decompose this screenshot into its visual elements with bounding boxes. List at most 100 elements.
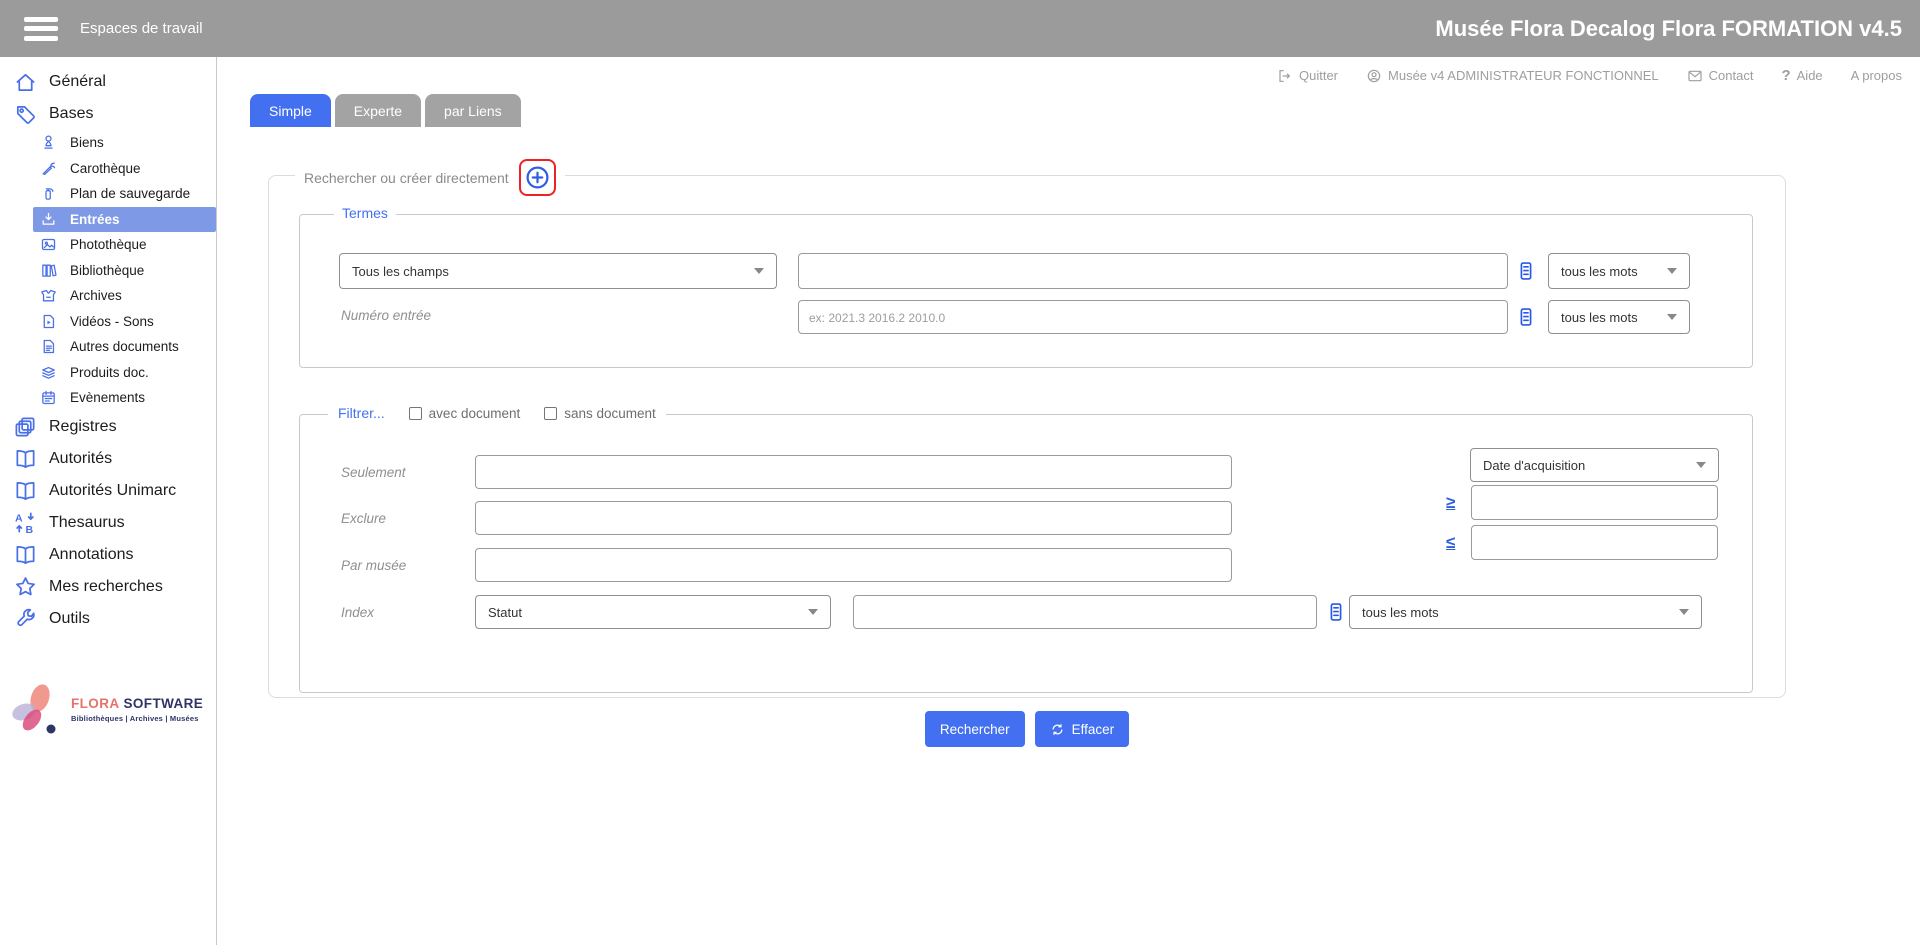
sidebar-item-archives[interactable]: Archives [0,283,216,309]
avec-document-option[interactable]: avec document [409,406,521,421]
terms-input[interactable] [798,253,1508,289]
numero-entree-label: Numéro entrée [341,308,431,323]
mode-select-3[interactable]: tous les mots [1349,595,1702,629]
numero-entree-input[interactable] [798,300,1508,334]
tab-par-liens[interactable]: par Liens [425,94,521,127]
sans-document-option[interactable]: sans document [544,406,656,421]
index-list-icon[interactable] [1326,600,1346,624]
sidebar-item-thesaurus[interactable]: Thesaurus [0,507,216,539]
index-list-icon[interactable] [1516,305,1536,329]
mode-select-1[interactable]: tous les mots [1548,253,1690,289]
sidebar-item-outils[interactable]: Outils [0,603,216,635]
filtrer-legend-row: Filtrer... avec document sans document [328,405,666,421]
workspaces-label: Espaces de travail [80,20,203,37]
filtrer-fieldset: Filtrer... avec document sans document S… [299,414,1753,693]
statue-icon [40,134,57,151]
avec-document-checkbox[interactable] [409,407,422,420]
tag-icon [14,103,37,126]
sidebar-item-autorites-unimarc[interactable]: Autorités Unimarc [0,475,216,507]
app-title: Musée Flora Decalog Flora FORMATION v4.5 [1435,16,1902,42]
chevron-down-icon [1667,268,1677,274]
field-select[interactable]: Tous les champs [339,253,777,289]
sans-document-checkbox[interactable] [544,407,557,420]
brand-name: FLORASOFTWARE [71,696,203,711]
search-mode-tabs: Simple Experte par Liens [250,94,521,127]
index-list-icon[interactable] [1516,259,1536,283]
sidebar-item-produits-doc[interactable]: Produits doc. [0,360,216,386]
sidebar-item-autres-documents[interactable]: Autres documents [0,334,216,360]
seulement-input[interactable] [475,455,1232,489]
chevron-down-icon [1679,609,1689,615]
exclure-label: Exclure [341,511,386,526]
par-musee-input[interactable] [475,548,1232,582]
sidebar-item-plan-de-sauvegarde[interactable]: Plan de sauvegarde [0,181,216,207]
video-file-icon [40,313,57,330]
logout-icon [1277,68,1293,84]
carrot-icon [40,160,57,177]
sidebar-item-registres[interactable]: Registres [0,411,216,443]
sidebar-item-annotations[interactable]: Annotations [0,539,216,571]
create-new-button[interactable] [519,159,556,196]
effacer-button[interactable]: Effacer [1035,711,1130,747]
sidebar: Général Bases Biens Carothèque Plan de s… [0,57,217,945]
panel-legend: Rechercher ou créer directement [295,159,565,196]
contact-link[interactable]: Contact [1687,68,1754,84]
mode-select-2[interactable]: tous les mots [1548,300,1690,334]
date-field-select[interactable]: Date d'acquisition [1470,448,1719,482]
sidebar-item-autorites[interactable]: Autorités [0,443,216,475]
date-to-input[interactable] [1471,525,1718,560]
user-account-link[interactable]: Musée v4 ADMINISTRATEUR FONCTIONNEL [1366,68,1659,84]
sidebar-item-phototheque[interactable]: Photothèque [0,232,216,258]
sidebar-item-biens[interactable]: Biens [0,130,216,156]
sidebar-item-carotheque[interactable]: Carothèque [0,156,216,182]
rechercher-button[interactable]: Rechercher [925,711,1025,747]
less-equal-link[interactable]: ≤ [1446,533,1455,553]
brand-tagline: Bibliothèques | Archives | Musées [71,714,203,723]
sidebar-item-entrees[interactable]: Entrées [33,207,216,233]
par-musee-label: Par musée [341,558,406,573]
layers-icon [40,364,57,381]
books-icon [40,262,57,279]
envelope-icon [1687,68,1703,84]
document-icon [40,338,57,355]
sidebar-item-mes-recherches[interactable]: Mes recherches [0,571,216,603]
question-icon: ? [1781,67,1790,84]
aide-link[interactable]: ? Aide [1781,67,1822,84]
star-icon [14,575,37,598]
exclure-input[interactable] [475,501,1232,535]
open-box-icon [40,287,57,304]
index-select[interactable]: Statut [475,595,831,629]
flora-software-logo: FLORASOFTWARE Bibliothèques | Archives |… [0,681,216,739]
refresh-icon [1050,722,1065,737]
hamburger-menu-icon[interactable] [24,17,58,41]
date-from-input[interactable] [1471,485,1718,520]
index-value-input[interactable] [853,595,1317,629]
sidebar-item-videos-sons[interactable]: Vidéos - Sons [0,309,216,335]
chevron-down-icon [808,609,818,615]
sidebar-item-evenements[interactable]: Evènements [0,385,216,411]
plus-circle-icon [524,164,551,191]
chevron-down-icon [1696,462,1706,468]
calendar-icon [40,389,57,406]
header-links: Quitter Musée v4 ADMINISTRATEUR FONCTION… [217,57,1920,84]
sidebar-item-bibliotheque[interactable]: Bibliothèque [0,258,216,284]
tab-simple[interactable]: Simple [250,94,331,127]
sidebar-item-general[interactable]: Général [0,66,216,98]
download-tray-icon [40,211,57,228]
user-circle-icon [1366,68,1382,84]
chevron-down-icon [754,268,764,274]
filtrer-legend: Filtrer... [338,405,385,421]
greater-equal-link[interactable]: ≥ [1446,493,1455,513]
image-icon [40,236,57,253]
termes-fieldset: Termes Tous les champs tous les mots Num… [299,214,1753,368]
home-icon [14,71,37,94]
top-bar: Espaces de travail Musée Flora Decalog F… [0,0,1920,57]
quitter-link[interactable]: Quitter [1277,68,1338,84]
tab-experte[interactable]: Experte [335,94,421,127]
wrench-icon [14,607,37,630]
main-content: Quitter Musée v4 ADMINISTRATEUR FONCTION… [217,57,1920,945]
open-book-icon [14,479,37,502]
sidebar-item-bases[interactable]: Bases [0,98,216,130]
action-buttons: Rechercher Effacer [268,711,1786,747]
a-propos-link[interactable]: A propos [1851,68,1902,83]
